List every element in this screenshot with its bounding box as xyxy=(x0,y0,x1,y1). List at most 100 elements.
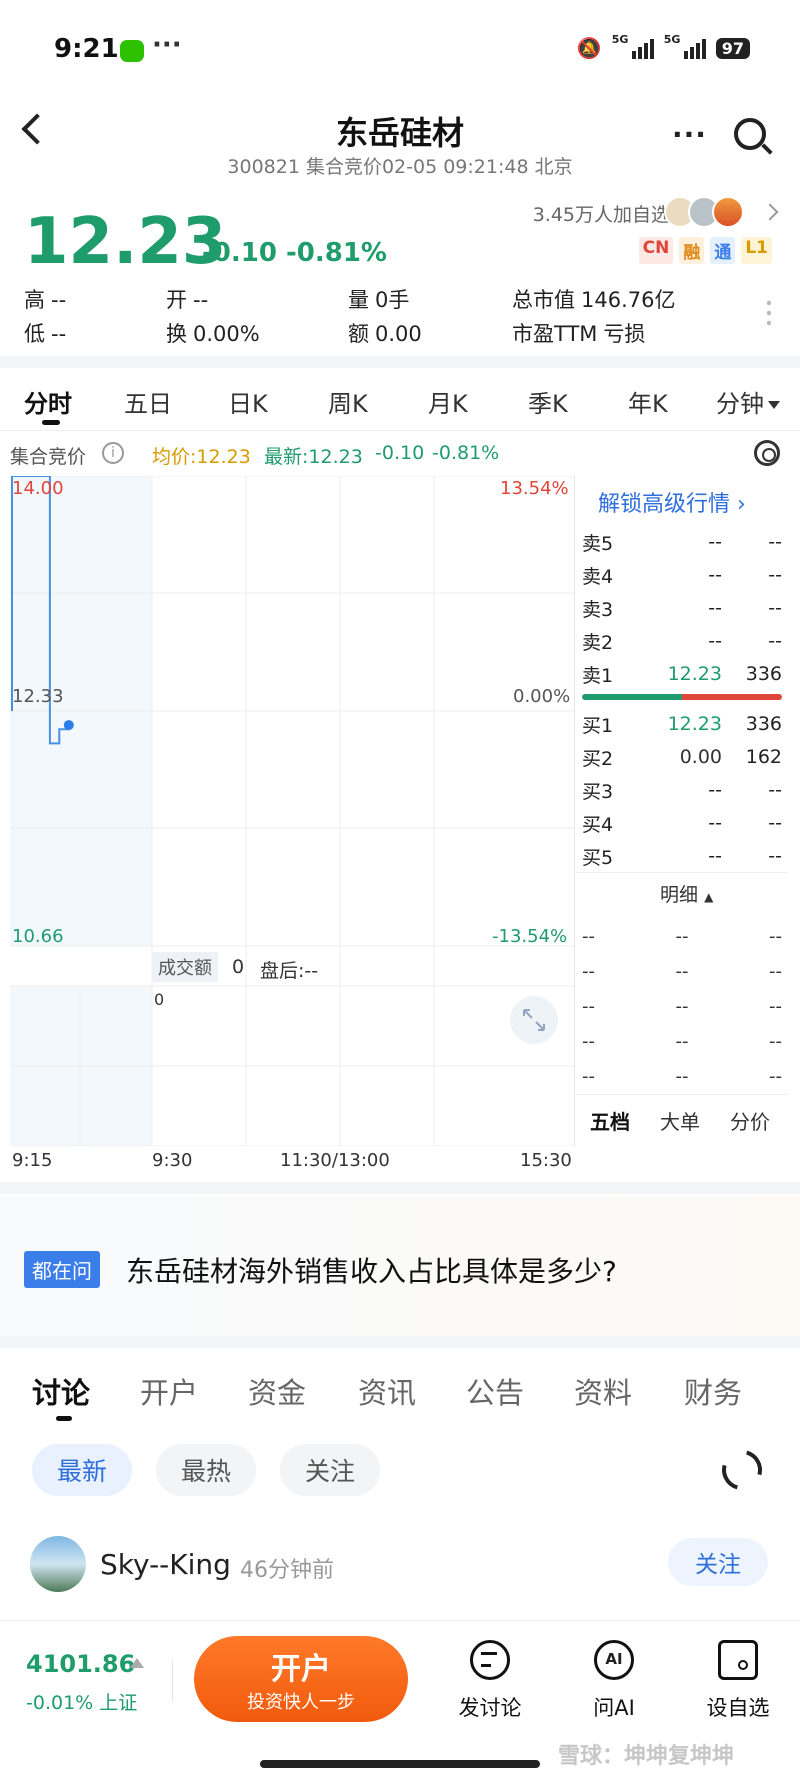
index-change[interactable]: -0.01% 上证 xyxy=(26,1688,137,1715)
post-username[interactable]: Sky--King xyxy=(100,1548,231,1581)
signal-icon-2: 5G xyxy=(664,33,706,59)
tab-weekly-k[interactable]: 周K xyxy=(328,384,368,419)
volume-label: 成交额 xyxy=(152,952,218,982)
ask-row-2: 卖2 -- -- xyxy=(582,630,782,654)
time-label-midday: 11:30/13:00 xyxy=(280,1150,390,1171)
followers-count[interactable]: 3.45万人加自选 xyxy=(533,200,670,227)
watermark: 雪球：坤坤复坤坤 xyxy=(558,1744,735,1769)
avatar[interactable] xyxy=(30,1536,86,1592)
tab-indicator xyxy=(56,1416,72,1421)
tab-five-day[interactable]: 五日 xyxy=(124,384,172,419)
chevron-right-icon[interactable] xyxy=(761,203,779,221)
tab-quarterly-k[interactable]: 季K xyxy=(528,384,568,419)
battery-icon: 97 xyxy=(715,37,750,59)
tab-news[interactable]: 资讯 xyxy=(358,1370,416,1412)
ask-ai-label[interactable]: 问AI xyxy=(564,1692,664,1722)
bid-row-2: 买2 0.00 162 xyxy=(582,746,782,770)
stat-amount: 额 0.00 xyxy=(348,322,422,346)
ask-row-3: 卖3 -- -- xyxy=(582,597,782,621)
stat-market-cap: 总市值 146.76亿 xyxy=(512,288,676,312)
stat-open: 开 -- xyxy=(166,288,209,312)
wechat-notification-icon xyxy=(120,40,144,62)
avg-price: 均价:12.23 xyxy=(152,446,251,468)
refresh-icon[interactable] xyxy=(714,1442,770,1498)
search-icon[interactable] xyxy=(734,118,766,150)
auction-label: 集合竞价 xyxy=(10,446,87,468)
follower-avatars[interactable] xyxy=(664,196,744,228)
index-value[interactable]: 4101.86 xyxy=(26,1650,135,1678)
detail-header[interactable]: 明细 ▲ xyxy=(660,880,713,907)
divider xyxy=(576,1094,788,1095)
axis-low-pct: -13.54% xyxy=(492,926,568,947)
intraday-chart[interactable] xyxy=(10,476,575,1146)
post-time: 46分钟前 xyxy=(240,1558,334,1583)
time-label-930: 9:30 xyxy=(152,1150,193,1171)
tab-financials[interactable]: 财务 xyxy=(684,1370,742,1412)
tab-announcements[interactable]: 公告 xyxy=(466,1370,524,1412)
filter-following[interactable]: 关注 xyxy=(280,1444,380,1496)
divider xyxy=(172,1660,173,1702)
chart-settings-icon[interactable] xyxy=(754,440,780,466)
detail-row: -- -- -- xyxy=(582,996,782,1017)
add-watchlist-icon[interactable] xyxy=(718,1640,758,1680)
post-discussion-icon[interactable] xyxy=(470,1640,510,1680)
bid-row-4: 买4 -- -- xyxy=(582,812,782,836)
tab-daily-k[interactable]: 日K xyxy=(228,384,268,419)
divider xyxy=(0,1182,800,1194)
stat-turnover: 换 0.00% xyxy=(166,322,260,346)
stat-volume: 量 0手 xyxy=(348,288,410,312)
tab-funds[interactable]: 资金 xyxy=(248,1370,306,1412)
open-account-sublabel: 投资快人一步 xyxy=(247,1692,355,1713)
status-more-icon: ··· xyxy=(152,30,182,60)
avatar xyxy=(712,196,744,228)
tab-price-distribution[interactable]: 分价 xyxy=(730,1106,770,1135)
price-change: -0.10 -0.81% xyxy=(202,238,387,268)
more-stats-icon[interactable] xyxy=(767,298,771,328)
filter-latest[interactable]: 最新 xyxy=(32,1444,132,1496)
detail-row: -- -- -- xyxy=(582,961,782,982)
ask-row-1: 卖1 12.23 336 xyxy=(582,663,782,687)
home-indicator[interactable] xyxy=(260,1760,540,1768)
stock-subtitle: 300821 集合竞价02-05 09:21:48 北京 xyxy=(227,156,573,178)
badge-margin: 融 xyxy=(679,237,705,264)
tab-large-orders[interactable]: 大单 xyxy=(660,1106,700,1135)
bid-row-1: 买1 12.23 336 xyxy=(582,713,782,737)
stat-pe: 市盈TTM 亏损 xyxy=(512,322,646,346)
time-label-1530: 15:30 xyxy=(520,1150,572,1171)
expand-icon[interactable] xyxy=(510,996,558,1044)
caret-down-icon xyxy=(768,401,780,409)
after-hours: 盘后:-- xyxy=(260,960,319,982)
add-watchlist-label[interactable]: 设自选 xyxy=(688,1692,788,1722)
detail-row: -- -- -- xyxy=(582,926,782,947)
axis-top-price: 14.00 xyxy=(12,478,64,499)
tab-intraday[interactable]: 分时 xyxy=(24,384,72,419)
detail-row: -- -- -- xyxy=(582,1031,782,1052)
tab-five-levels[interactable]: 五档 xyxy=(590,1106,630,1135)
ask-row-4: 卖4 -- -- xyxy=(582,564,782,588)
divider xyxy=(0,430,800,431)
ask-ai-icon[interactable]: AI xyxy=(594,1640,634,1680)
tab-monthly-k[interactable]: 月K xyxy=(428,384,468,419)
ask-row-5: 卖5 -- -- xyxy=(582,531,782,555)
post-discussion-label[interactable]: 发讨论 xyxy=(440,1692,540,1722)
tab-minute[interactable]: 分钟 xyxy=(716,384,780,419)
info-icon[interactable]: i xyxy=(102,442,124,464)
follow-button[interactable]: 关注 xyxy=(668,1538,768,1586)
volume-value: 0 xyxy=(232,956,245,978)
more-icon[interactable]: ··· xyxy=(672,118,707,151)
tab-open-account[interactable]: 开户 xyxy=(140,1370,198,1412)
tab-yearly-k[interactable]: 年K xyxy=(628,384,668,419)
latest-price: 最新:12.23 xyxy=(264,446,363,468)
question-text[interactable]: 东岳硅材海外销售收入占比具体是多少? xyxy=(126,1250,617,1290)
divider xyxy=(0,356,800,368)
stat-high: 高 -- xyxy=(24,288,67,312)
open-account-button[interactable]: 开户 投资快人一步 xyxy=(194,1636,408,1722)
filter-hot[interactable]: 最热 xyxy=(156,1444,256,1496)
tab-indicator xyxy=(42,420,60,425)
bid-ask-ratio-bar xyxy=(582,694,782,700)
tab-profile[interactable]: 资料 xyxy=(574,1370,632,1412)
unlock-advanced-link[interactable]: 解锁高级行情 › xyxy=(598,486,746,518)
divider xyxy=(574,476,575,1146)
last-price-dot xyxy=(63,720,74,731)
tab-discussion[interactable]: 讨论 xyxy=(32,1370,90,1412)
